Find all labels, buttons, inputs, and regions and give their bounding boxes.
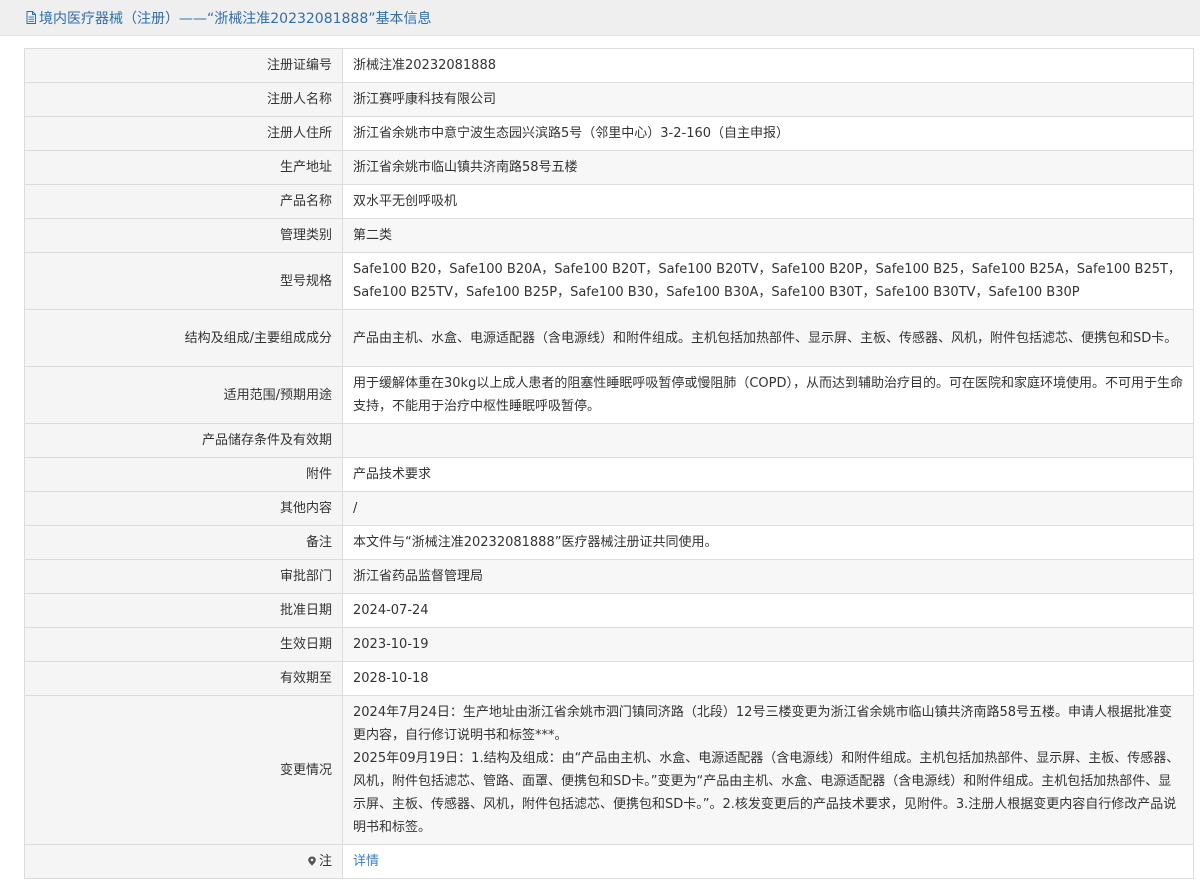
row-label: 其他内容: [24, 491, 343, 526]
change-entry: 2024年7月24日：生产地址由浙江省余姚市泗门镇同济路（北段）12号三楼变更为…: [353, 705, 1172, 743]
row-value: 产品由主机、水盒、电源适配器（含电源线）和附件组成。主机包括加热部件、显示屏、主…: [342, 309, 1194, 367]
row-value: 第二类: [342, 218, 1194, 253]
document-icon: [26, 11, 36, 24]
table-row: 型号规格 Safe100 B20，Safe100 B20A，Safe100 B2…: [24, 252, 1194, 310]
row-label: 注册人住所: [24, 116, 343, 151]
row-value: Safe100 B20，Safe100 B20A，Safe100 B20T，Sa…: [342, 252, 1194, 310]
location-pin-icon: [308, 856, 316, 866]
row-value: 2028-10-18: [342, 661, 1194, 696]
row-label: 型号规格: [24, 252, 343, 310]
row-label: 附件: [24, 457, 343, 492]
row-value: 双水平无创呼吸机: [342, 184, 1194, 219]
table-row: 产品储存条件及有效期: [24, 423, 1194, 458]
row-value: 2024-07-24: [342, 593, 1194, 628]
table-row: 注册人名称 浙江赛呼康科技有限公司: [24, 82, 1194, 117]
table-row: 有效期至 2028-10-18: [24, 661, 1194, 696]
row-label: 变更情况: [24, 695, 343, 845]
row-label: 注册人名称: [24, 82, 343, 117]
row-label: 备注: [24, 525, 343, 560]
table-row: 管理类别 第二类: [24, 218, 1194, 253]
row-value: 浙江省药品监督管理局: [342, 559, 1194, 594]
table-row: 注册人住所 浙江省余姚市中意宁波生态园兴滨路5号（邻里中心）3-2-160（自主…: [24, 116, 1194, 151]
table-row: 审批部门 浙江省药品监督管理局: [24, 559, 1194, 594]
row-label: 有效期至: [24, 661, 343, 696]
row-label: 适用范围/预期用途: [24, 366, 343, 424]
table-row: 注 详情: [24, 844, 1194, 879]
row-value: 浙江赛呼康科技有限公司: [342, 82, 1194, 117]
row-value: 用于缓解体重在30kg以上成人患者的阻塞性睡眠呼吸暂停或慢阻肺（COPD），从而…: [342, 366, 1194, 424]
table-row: 注册证编号 浙械注准20232081888: [24, 48, 1194, 83]
table-row: 批准日期 2024-07-24: [24, 593, 1194, 628]
page-header: 境内医疗器械（注册）——“浙械注准20232081888”基本信息: [0, 0, 1200, 36]
row-value: 2023-10-19: [342, 627, 1194, 662]
table-row: 附件 产品技术要求: [24, 457, 1194, 492]
row-value: /: [342, 491, 1194, 526]
table-row: 其他内容 /: [24, 491, 1194, 526]
row-label: 产品储存条件及有效期: [24, 423, 343, 458]
row-value: 浙江省余姚市临山镇共济南路58号五楼: [342, 150, 1194, 185]
row-label: 注册证编号: [24, 48, 343, 83]
row-label: 生产地址: [24, 150, 343, 185]
details-link[interactable]: 详情: [353, 854, 379, 869]
row-label: 批准日期: [24, 593, 343, 628]
table-row: 产品名称 双水平无创呼吸机: [24, 184, 1194, 219]
row-value: 产品技术要求: [342, 457, 1194, 492]
row-value: 浙江省余姚市中意宁波生态园兴滨路5号（邻里中心）3-2-160（自主申报）: [342, 116, 1194, 151]
table-row: 生效日期 2023-10-19: [24, 627, 1194, 662]
table-row: 适用范围/预期用途 用于缓解体重在30kg以上成人患者的阻塞性睡眠呼吸暂停或慢阻…: [24, 366, 1194, 424]
note-label: 注: [318, 854, 332, 869]
row-value: 本文件与“浙械注准20232081888”医疗器械注册证共同使用。: [342, 525, 1194, 560]
table-row: 备注 本文件与“浙械注准20232081888”医疗器械注册证共同使用。: [24, 525, 1194, 560]
row-label: 产品名称: [24, 184, 343, 219]
row-label: 审批部门: [24, 559, 343, 594]
row-value: 2024年7月24日：生产地址由浙江省余姚市泗门镇同济路（北段）12号三楼变更为…: [342, 695, 1194, 845]
table-row: 变更情况 2024年7月24日：生产地址由浙江省余姚市泗门镇同济路（北段）12号…: [24, 695, 1194, 845]
table-row: 结构及组成/主要组成成分 产品由主机、水盒、电源适配器（含电源线）和附件组成。主…: [24, 309, 1194, 367]
row-value: [342, 423, 1194, 458]
row-value: 详情: [342, 844, 1194, 879]
row-value: 浙械注准20232081888: [342, 48, 1194, 83]
table-row: 生产地址 浙江省余姚市临山镇共济南路58号五楼: [24, 150, 1194, 185]
change-entry: 2025年09月19日：1.结构及组成：由“产品由主机、水盒、电源适配器（含电源…: [353, 751, 1180, 835]
row-label: 管理类别: [24, 218, 343, 253]
row-label: 生效日期: [24, 627, 343, 662]
page-title: 境内医疗器械（注册）——“浙械注准20232081888”基本信息: [39, 10, 432, 27]
info-table: 注册证编号 浙械注准20232081888 注册人名称 浙江赛呼康科技有限公司 …: [24, 48, 1194, 879]
row-label: 结构及组成/主要组成成分: [24, 309, 343, 367]
row-label: 注: [24, 844, 343, 879]
